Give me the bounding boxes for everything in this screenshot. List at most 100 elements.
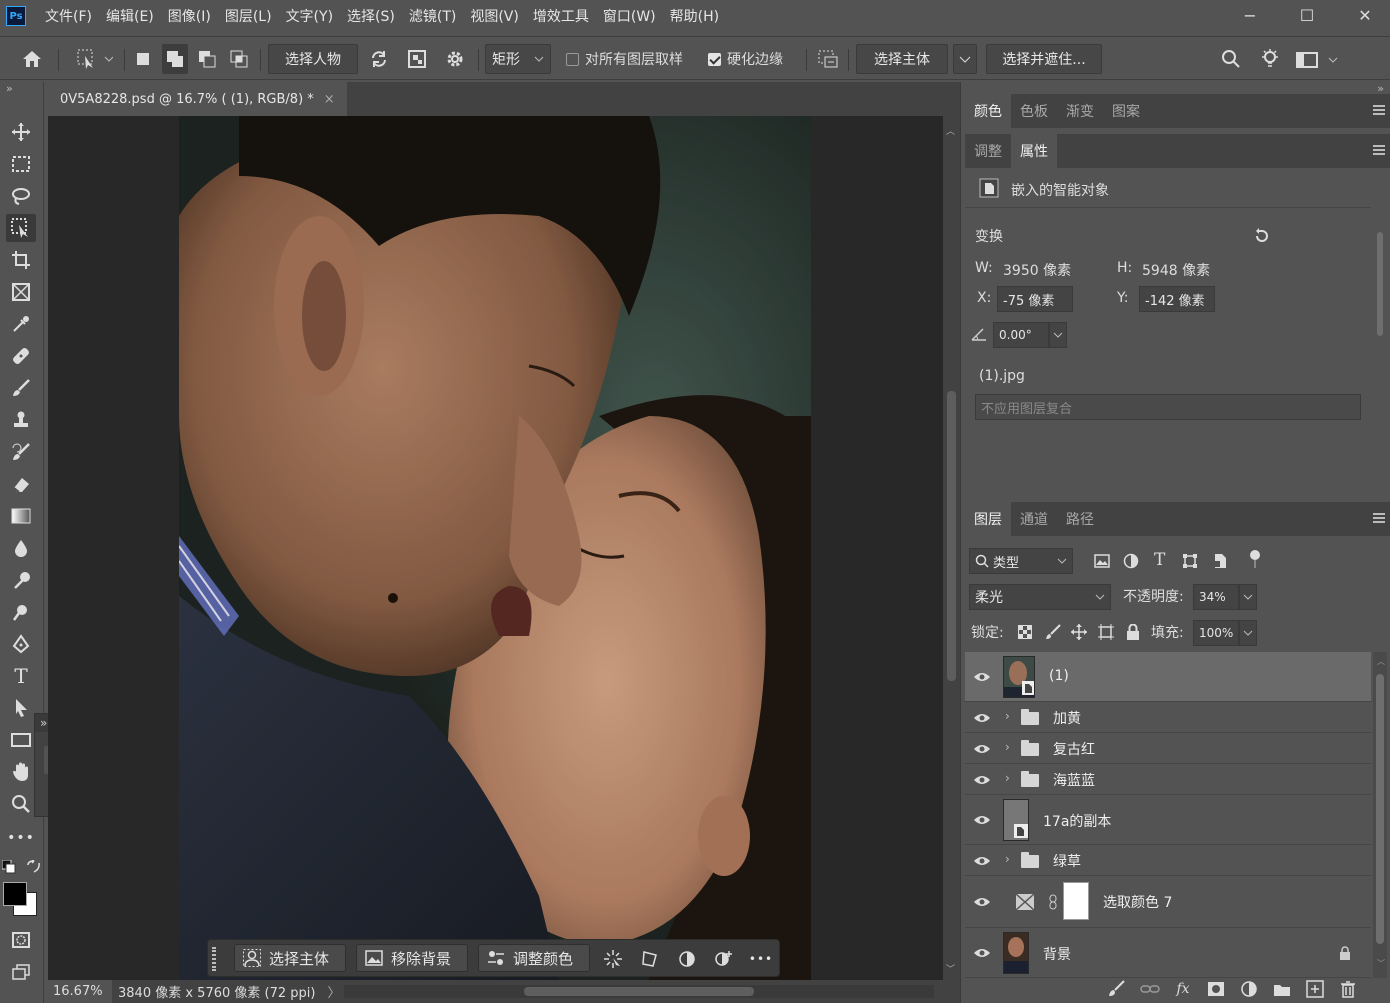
menu-file[interactable]: 文件(F): [38, 6, 99, 26]
eyedropper-tool-icon[interactable]: [6, 310, 36, 338]
layer-row[interactable]: 选取颜色 7: [965, 876, 1371, 928]
fill-dropdown[interactable]: [1239, 620, 1257, 646]
zoom-tool-icon[interactable]: [6, 790, 36, 818]
home-icon[interactable]: [16, 44, 48, 74]
lock-pixels-icon[interactable]: [1045, 624, 1061, 640]
tab-swatches[interactable]: 色板: [1011, 94, 1057, 128]
tab-adjustments[interactable]: 调整: [965, 134, 1011, 168]
refresh-icon[interactable]: [366, 44, 392, 74]
maximize-button[interactable]: ☐: [1282, 0, 1332, 30]
menu-help[interactable]: 帮助(H): [663, 6, 726, 26]
rectangle-tool-icon[interactable]: [6, 726, 36, 754]
pen-tool-icon[interactable]: [6, 630, 36, 658]
crop-tool-icon[interactable]: [6, 246, 36, 274]
history-brush-tool-icon[interactable]: [6, 438, 36, 466]
filter-pixel-icon[interactable]: [1094, 554, 1110, 568]
reset-transform-icon[interactable]: [1253, 227, 1271, 245]
delete-layer-icon[interactable]: [1337, 978, 1359, 1000]
layer-style-fx-icon[interactable]: fx: [1172, 978, 1194, 1000]
filter-smart-object-icon[interactable]: [1212, 553, 1228, 569]
new-selection-icon[interactable]: [132, 44, 154, 74]
layer-filter-dropdown[interactable]: 类型: [969, 548, 1073, 574]
new-group-icon[interactable]: [1271, 978, 1293, 1000]
frame-tool-icon[interactable]: [6, 278, 36, 306]
swap-colors-icon[interactable]: [26, 859, 42, 874]
remove-background-button[interactable]: 移除背景: [356, 944, 468, 972]
marquee-tool-icon[interactable]: [6, 150, 36, 178]
canvas-horizontal-scrollbar[interactable]: [344, 985, 934, 998]
visibility-eye-icon[interactable]: [973, 774, 991, 786]
workspace-icon[interactable]: [1294, 44, 1340, 74]
adjust-color-button[interactable]: 调整颜色: [478, 944, 590, 972]
tab-close-icon[interactable]: ×: [324, 92, 335, 107]
gradient-tool-icon[interactable]: [6, 502, 36, 530]
hand-tool-icon[interactable]: [6, 758, 36, 786]
tab-paths[interactable]: 路径: [1057, 502, 1103, 536]
close-button[interactable]: ✕: [1340, 0, 1390, 30]
fill-field[interactable]: 100%: [1193, 620, 1239, 646]
add-to-selection-icon[interactable]: [162, 44, 188, 74]
feedback-icon[interactable]: [815, 44, 841, 74]
visibility-eye-icon[interactable]: [973, 855, 991, 867]
intersect-selection-icon[interactable]: [228, 44, 250, 74]
document-image[interactable]: [179, 116, 811, 980]
menu-plugins[interactable]: 增效工具: [526, 6, 596, 26]
lock-all-icon[interactable]: [1126, 624, 1140, 640]
screen-mode-icon[interactable]: [6, 958, 36, 986]
select-subject-dropdown[interactable]: [953, 44, 977, 74]
tab-layers[interactable]: 图层: [965, 502, 1011, 536]
object-selection-tool-icon[interactable]: [6, 214, 36, 242]
drag-handle-icon[interactable]: [212, 947, 216, 971]
foreground-color-swatch[interactable]: [3, 882, 27, 906]
scrollbar-thumb[interactable]: [947, 391, 956, 681]
y-position-field[interactable]: -142 像素: [1139, 286, 1215, 312]
scroll-up-icon[interactable]: ︿: [946, 124, 955, 137]
select-people-button[interactable]: 选择人物: [268, 44, 358, 74]
mask-circle-icon[interactable]: [676, 948, 698, 970]
menu-layer[interactable]: 图层(L): [218, 6, 279, 26]
sparkle-select-icon[interactable]: [602, 948, 624, 970]
menu-filter[interactable]: 滤镜(T): [402, 6, 463, 26]
type-tool-icon[interactable]: T: [6, 662, 36, 690]
height-value[interactable]: 5948 像素: [1142, 260, 1210, 280]
status-menu-arrow[interactable]: 〉: [327, 982, 340, 1001]
visibility-eye-icon[interactable]: [973, 712, 991, 724]
menu-select[interactable]: 选择(S): [340, 6, 402, 26]
add-adjustment-icon[interactable]: [713, 948, 735, 970]
layer-row[interactable]: 背景: [965, 928, 1371, 978]
visibility-eye-icon[interactable]: [973, 947, 991, 959]
panel-menu-icon[interactable]: [1373, 145, 1385, 155]
hard-edge-checkbox[interactable]: 硬化边缘: [708, 44, 783, 74]
select-and-mask-button[interactable]: 选择并遮住...: [986, 44, 1102, 74]
lock-position-icon[interactable]: [1071, 624, 1087, 640]
layer-mask-thumbnail[interactable]: [1063, 882, 1089, 920]
search-icon[interactable]: [1218, 44, 1244, 74]
menu-image[interactable]: 图像(I): [161, 6, 218, 26]
mask-link-icon[interactable]: [1049, 894, 1057, 910]
gear-icon[interactable]: [442, 44, 468, 74]
scroll-down-icon[interactable]: ﹀: [946, 962, 955, 975]
brush-tool-icon[interactable]: [6, 374, 36, 402]
expand-group-icon[interactable]: ›: [1005, 709, 1010, 723]
show-overlay-icon[interactable]: [404, 44, 430, 74]
canvas-vertical-scrollbar[interactable]: ︿ ﹀: [943, 116, 960, 980]
lasso-tool-icon[interactable]: [6, 182, 36, 210]
layer-row[interactable]: (1): [965, 652, 1371, 702]
clone-stamp-tool-icon[interactable]: [6, 406, 36, 434]
opacity-dropdown[interactable]: [1239, 584, 1257, 610]
quick-mask-icon[interactable]: [6, 926, 36, 954]
width-value[interactable]: 3950 像素: [1003, 260, 1071, 280]
filter-toggle-icon[interactable]: [1249, 549, 1261, 569]
lock-artboard-icon[interactable]: [1098, 624, 1114, 640]
new-layer-icon[interactable]: [1304, 978, 1326, 1000]
properties-scrollbar[interactable]: [1375, 222, 1385, 462]
layer-row[interactable]: › 海蓝蓝: [965, 764, 1371, 795]
visibility-eye-icon[interactable]: [973, 814, 991, 826]
h-scrollbar-thumb[interactable]: [524, 987, 754, 996]
panel-menu-icon[interactable]: [1373, 105, 1385, 115]
tab-color[interactable]: 颜色: [965, 94, 1011, 128]
visibility-eye-icon[interactable]: [973, 743, 991, 755]
angle-dropdown[interactable]: [1049, 322, 1067, 348]
path-selection-tool-icon[interactable]: [6, 694, 36, 722]
opacity-field[interactable]: 34%: [1193, 584, 1239, 610]
